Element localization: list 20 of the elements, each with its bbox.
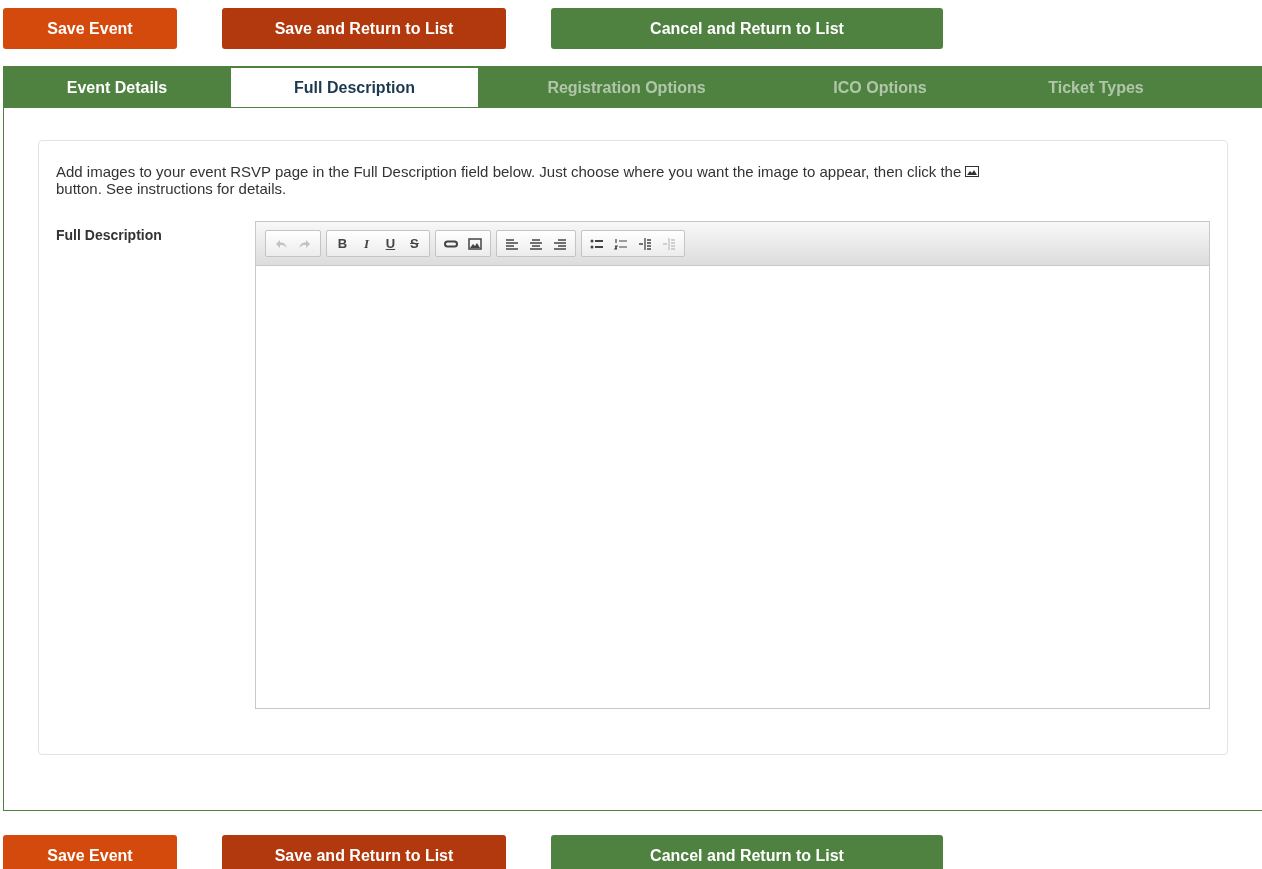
save-button[interactable]: Save Event (3, 8, 177, 49)
tab[interactable]: Full Description (230, 67, 479, 108)
indent-icon (637, 235, 654, 252)
tab[interactable]: Event Details (4, 67, 230, 108)
image-icon (467, 235, 484, 252)
save-button[interactable]: Save Event (3, 835, 177, 869)
image-icon (965, 166, 980, 177)
outdent-icon (661, 235, 678, 252)
instruction-text: Add images to your event RSVP page in the Full Description field below. Just choose where you want the image to appear, then click the (56, 163, 962, 180)
italic-button[interactable]: I (354, 232, 379, 255)
instruction-text: button. See instructions for details. (56, 180, 287, 197)
cancel-button[interactable]: Cancel and Return to List (551, 8, 943, 49)
strike-button[interactable]: S (402, 232, 427, 255)
save-button[interactable]: Save and Return to List (222, 8, 506, 49)
save-button[interactable]: Save and Return to List (222, 835, 506, 869)
rich-text-editor[interactable]: B I U S (255, 221, 1210, 709)
underline-button[interactable]: U (378, 232, 403, 255)
bold-button[interactable]: B (330, 232, 355, 255)
cancel-button[interactable]: Cancel and Return to List (551, 835, 943, 869)
field-label: Full Description (56, 226, 163, 245)
